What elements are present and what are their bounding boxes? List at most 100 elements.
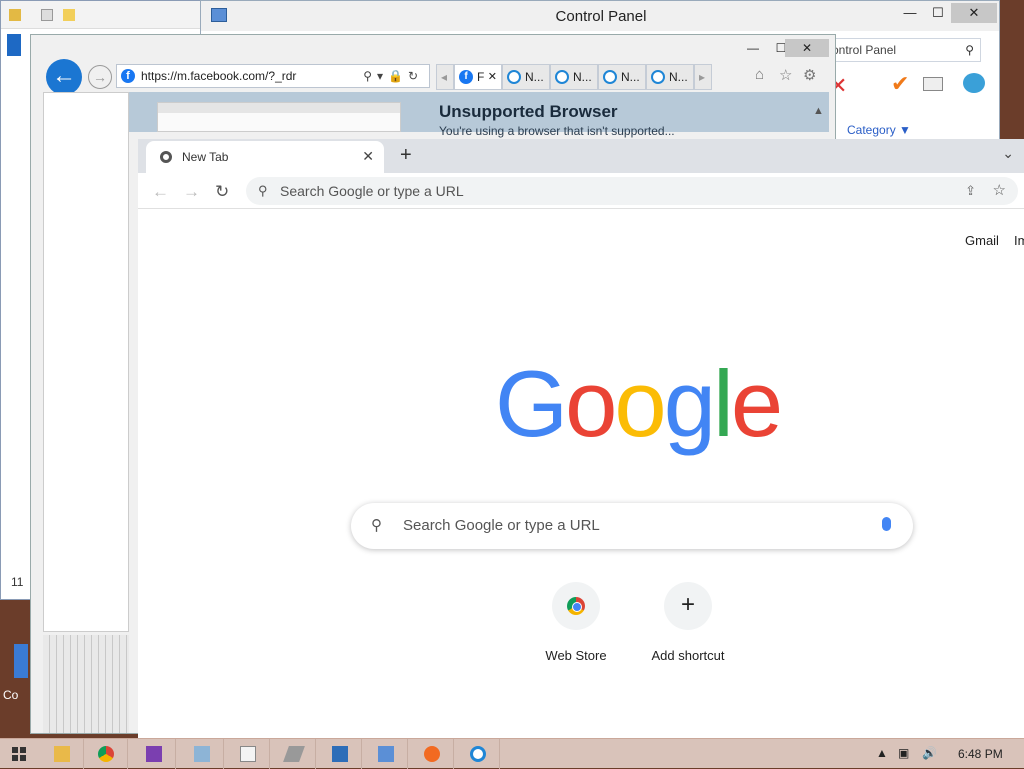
logo-letter: g — [663, 351, 716, 456]
taskbar-chrome[interactable] — [84, 739, 128, 769]
notepad-icon — [240, 746, 256, 762]
scroll-up-icon[interactable]: ▲ — [813, 105, 827, 135]
address-text: https://m.facebook.com/?_rdr — [141, 69, 297, 83]
tab-label: N... — [573, 70, 592, 84]
control-panel-icon — [378, 746, 394, 762]
home-icon[interactable]: ⌂ — [755, 66, 764, 83]
images-link[interactable]: Im — [1014, 233, 1024, 248]
new-tab-button[interactable]: + — [400, 145, 412, 165]
tab-title: New Tab — [182, 150, 229, 164]
chrome-tab-new-tab[interactable]: New Tab ✕ — [146, 141, 384, 173]
control-panel-titlebar[interactable]: Control Panel — ☐ ✕ — [201, 1, 999, 31]
chrome-tab-bar: New Tab ✕ + ⌄ — [138, 139, 1024, 173]
folder-icon[interactable] — [9, 9, 21, 21]
tab-scroll-left-icon[interactable]: ◂ — [436, 64, 454, 90]
omnibox[interactable]: ⚲ Search Google or type a URL ⇪ ☆ — [246, 177, 1018, 205]
ie-tab[interactable]: N... — [646, 64, 694, 90]
search-icon: ⚲ — [258, 183, 268, 198]
ie-tab-facebook[interactable]: f F ✕ — [454, 64, 502, 90]
remote-desktop-icon — [332, 746, 348, 762]
facebook-icon: f — [121, 69, 135, 83]
back-button[interactable]: ← — [46, 59, 82, 95]
web-store-icon — [552, 582, 600, 630]
taskbar-control-panel[interactable] — [364, 739, 408, 769]
page-subtext: You're using a browser that isn't suppor… — [439, 124, 675, 138]
taskbar-visual-studio[interactable] — [132, 739, 176, 769]
internet-explorer-icon — [470, 746, 486, 762]
volume-icon[interactable]: 🔊 — [922, 746, 937, 760]
back-arrow-icon[interactable]: ← — [152, 182, 169, 202]
tab-close-icon[interactable]: ✕ — [488, 65, 497, 89]
view-by-category-dropdown[interactable]: Category ▼ — [847, 123, 911, 137]
checkmark-icon[interactable]: ✔ — [891, 71, 909, 97]
chrome-icon — [98, 746, 114, 762]
ie-tab[interactable]: N... — [598, 64, 646, 90]
ie-icon — [603, 70, 617, 84]
search-placeholder: Search Google or type a URL — [403, 517, 600, 534]
search-icon[interactable]: ⚲ — [965, 39, 974, 61]
voice-search-mic-icon[interactable] — [882, 517, 891, 531]
favorites-icon[interactable]: ☆ — [779, 66, 792, 84]
network-icon[interactable]: ▣ — [898, 746, 909, 760]
shortcut-web-store[interactable]: Web Store — [526, 582, 626, 663]
chrome-icon — [160, 151, 172, 163]
google-logo: Google — [495, 357, 783, 451]
start-windows-icon[interactable] — [12, 747, 26, 761]
forward-arrow-icon[interactable]: → — [183, 182, 200, 202]
taskbar-notepad[interactable] — [226, 739, 270, 769]
tab-label: N... — [669, 70, 688, 84]
taskbar-eraser[interactable] — [272, 739, 316, 769]
ie-close-button[interactable]: ✕ — [785, 39, 829, 57]
clock[interactable]: 6:48 PM — [958, 747, 1003, 761]
shortcut-label: Add shortcut — [651, 648, 725, 663]
ie-tab[interactable]: N... — [550, 64, 598, 90]
close-tab-icon[interactable]: ✕ — [362, 148, 374, 165]
bookmark-star-icon[interactable]: ☆ — [993, 177, 1006, 205]
taskbar-file-explorer[interactable] — [40, 739, 84, 769]
ie-address-bar[interactable]: f https://m.facebook.com/?_rdr ⚲▾🔒↻ — [116, 64, 430, 88]
eraser-icon — [283, 746, 305, 762]
page-heading: Unsupported Browser — [439, 102, 618, 121]
google-search-box[interactable]: ⚲ Search Google or type a URL — [351, 503, 913, 549]
selection-marker — [7, 34, 21, 56]
facebook-icon: f — [459, 70, 473, 84]
desktop-shortcut-icon[interactable] — [14, 644, 28, 678]
ie-tab-strip: ◂ f F ✕ N... N... N... N... ▸ — [436, 64, 746, 90]
plus-icon: + — [664, 582, 712, 630]
taskbar-remote-desktop[interactable] — [318, 739, 362, 769]
taskbar-firefox[interactable] — [410, 739, 454, 769]
logo-letter: G — [495, 351, 568, 456]
new-folder-icon[interactable] — [63, 9, 75, 21]
shortcut-label: Web Store — [545, 648, 607, 663]
omnibox-placeholder: Search Google or type a URL — [280, 183, 464, 199]
show-hidden-icons-icon[interactable]: ▲ — [876, 746, 888, 760]
tab-scroll-right-icon[interactable]: ▸ — [694, 64, 712, 90]
logo-letter: o — [565, 351, 617, 456]
properties-icon[interactable] — [41, 9, 53, 21]
address-tools-icons[interactable]: ⚲▾🔒↻ — [363, 65, 423, 87]
chrome-toolbar: ← → ↻ ⚲ Search Google or type a URL ⇪ ☆ — [138, 173, 1024, 209]
gmail-link[interactable]: Gmail — [965, 233, 999, 248]
browser-illustration — [157, 102, 401, 132]
search-placeholder: ontrol Panel — [832, 43, 897, 57]
share-icon[interactable]: ⇪ — [965, 177, 976, 205]
control-panel-search-input[interactable]: ontrol Panel ⚲ — [825, 38, 981, 62]
taskbar-internet-explorer[interactable] — [456, 739, 500, 769]
chrome-window[interactable]: New Tab ✕ + ⌄ ← → ↻ ⚲ Search Google or t… — [138, 139, 1024, 739]
taskbar-image-viewer[interactable] — [180, 739, 224, 769]
ie-icon — [651, 70, 665, 84]
desktop-shortcut-label: Co — [3, 688, 19, 702]
logo-letter: e — [730, 351, 783, 456]
tab-search-chevron-icon[interactable]: ⌄ — [1002, 145, 1014, 162]
settings-gear-icon[interactable]: ⚙ — [803, 66, 816, 84]
tab-label: N... — [525, 70, 544, 84]
ie-tab[interactable]: N... — [502, 64, 550, 90]
display-icon[interactable] — [923, 77, 943, 91]
globe-icon[interactable] — [963, 73, 985, 93]
forward-button[interactable]: → — [88, 65, 112, 89]
reload-icon[interactable]: ↻ — [215, 182, 229, 202]
shortcut-add[interactable]: + Add shortcut — [638, 582, 738, 663]
ie-page-content: Unsupported Browser You're using a brows… — [129, 92, 829, 138]
close-button[interactable]: ✕ — [951, 3, 997, 23]
file-explorer-icon — [54, 746, 70, 762]
